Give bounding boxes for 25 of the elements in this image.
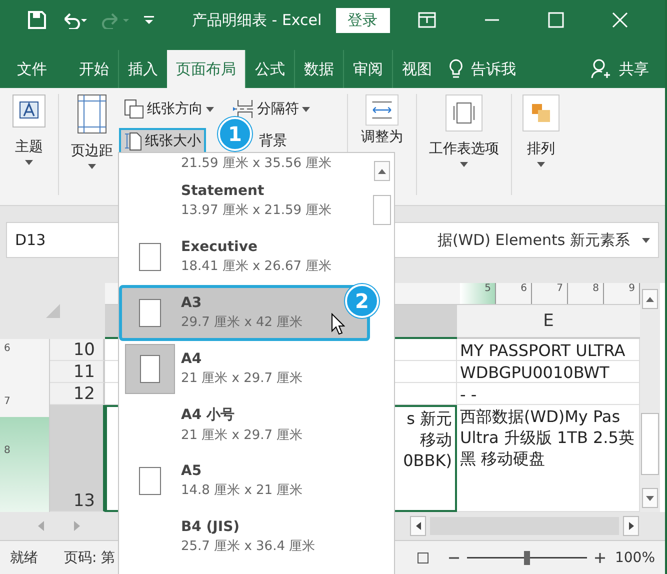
formula-text: 据(WD) Elements 新元素系 xyxy=(437,230,630,250)
status-page: 页码: 第 xyxy=(64,548,116,566)
paper-dimensions: 21.59 厘米 x 35.56 厘米 xyxy=(181,155,332,172)
status-ready: 就绪 xyxy=(10,548,38,566)
paper-name: B4 (JIS) xyxy=(181,519,241,535)
paper-dimensions: 18.41 厘米 x 26.67 厘米 xyxy=(181,258,332,275)
ruler-number: 8 xyxy=(568,283,604,304)
vertical-ruler: 6 7 8 xyxy=(0,339,50,512)
paper-name: A4 xyxy=(181,351,203,367)
zoom-level: 100% xyxy=(614,550,655,566)
paper-dimensions: 29.7 厘米 x 42 厘米 xyxy=(181,314,303,331)
paper-dimensions: 13.97 厘米 x 21.59 厘米 xyxy=(181,202,332,219)
ruler-number: 5 xyxy=(460,283,496,304)
paper-name: Statement xyxy=(181,183,266,199)
paper-dimensions: 21 厘米 x 29.7 厘米 xyxy=(181,427,303,444)
ruler-number: 7 xyxy=(532,283,568,304)
paper-dimensions: 25.7 厘米 x 36.4 厘米 xyxy=(181,538,316,555)
paper-dimensions: 14.8 厘米 x 21 厘米 xyxy=(181,482,303,499)
paper-name: A3 xyxy=(181,295,203,311)
paper-name: Executive xyxy=(181,239,258,255)
paper-name: A4 小号 xyxy=(181,406,236,424)
window-title: 产品明细表 - Excel xyxy=(192,10,322,30)
paper-dimensions: 21 厘米 x 29.7 厘米 xyxy=(181,370,303,387)
paper-name: A5 xyxy=(181,463,203,479)
ruler-number: 6 xyxy=(496,283,532,304)
